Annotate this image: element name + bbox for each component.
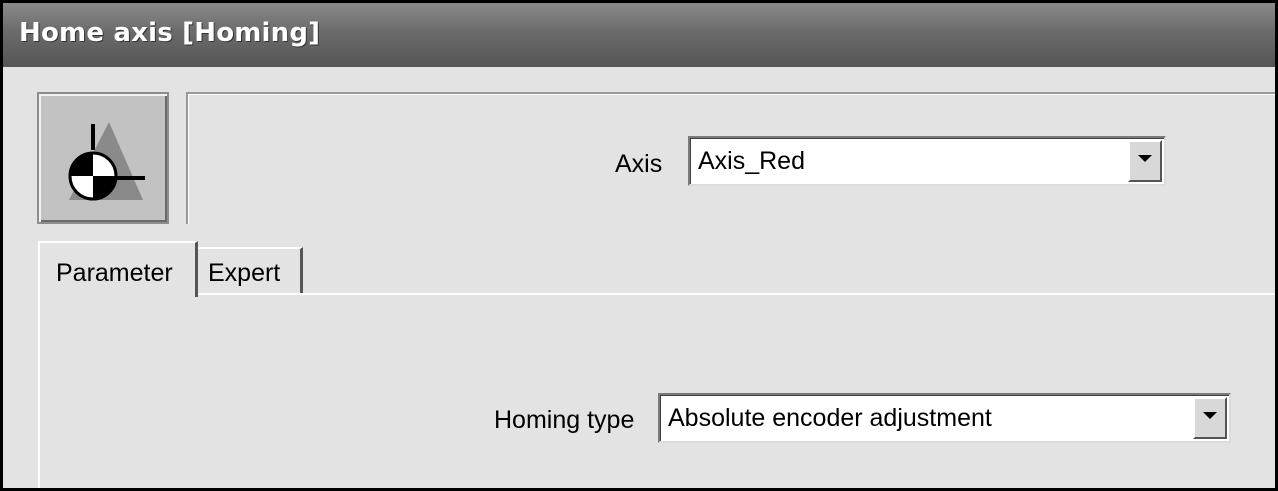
- axis-select[interactable]: Axis_Red: [688, 136, 1166, 186]
- homing-type-value: Absolute encoder adjustment: [668, 404, 992, 432]
- homing-icon: [68, 122, 145, 201]
- tab-parameter[interactable]: Parameter: [38, 241, 198, 297]
- homing-dialog: Home axis [Homing] Axis Axis_Red Paramet…: [3, 3, 1275, 488]
- tab-expert[interactable]: Expert: [198, 247, 303, 295]
- title-bar[interactable]: Home axis [Homing]: [3, 3, 1275, 67]
- tab-parameter-label: Parameter: [56, 259, 173, 287]
- parameter-tab-pane: [38, 293, 1275, 488]
- homing-icon-box: [37, 92, 169, 224]
- homing-type-select[interactable]: Absolute encoder adjustment: [658, 393, 1231, 443]
- chevron-down-icon: [1203, 412, 1217, 419]
- axis-select-value: Axis_Red: [698, 147, 805, 175]
- homing-type-dropdown-button[interactable]: [1193, 397, 1227, 439]
- axis-dropdown-button[interactable]: [1128, 140, 1162, 182]
- tab-expert-label: Expert: [208, 259, 281, 287]
- homing-type-label: Homing type: [494, 406, 635, 434]
- chevron-down-icon: [1138, 155, 1152, 162]
- axis-label: Axis: [615, 150, 663, 178]
- window-title: Home axis [Homing]: [19, 18, 321, 48]
